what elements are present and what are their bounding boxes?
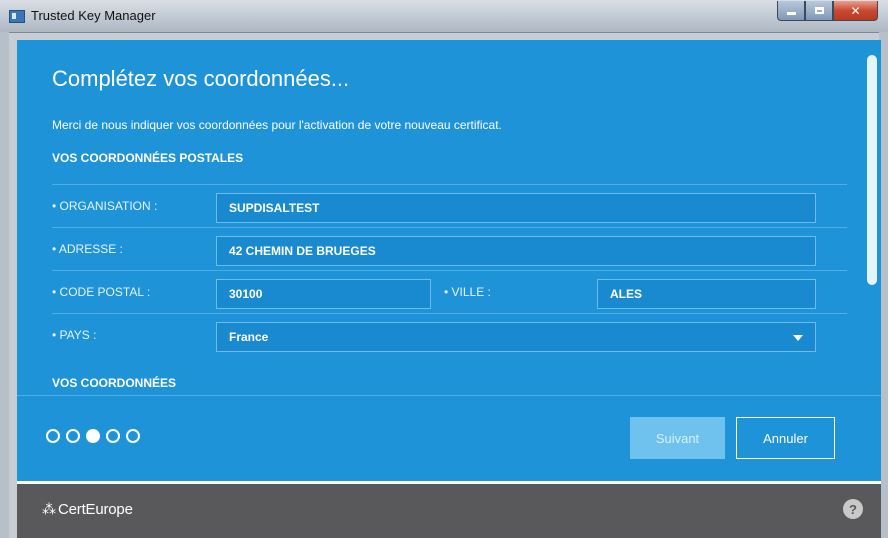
help-icon[interactable]: ?: [843, 499, 863, 519]
page-title: Complétez vos coordonnées...: [52, 66, 350, 91]
wizard-footer: Suivant Annuler: [17, 395, 881, 482]
step-dot: [126, 429, 140, 443]
ville-label: • VILLE :: [444, 285, 491, 299]
minimize-button[interactable]: [777, 1, 805, 21]
app-icon: [9, 10, 25, 23]
form-row-pays: • PAYS : France: [52, 313, 847, 357]
close-button[interactable]: ✕: [833, 1, 878, 21]
adresse-value: 42 CHEMIN DE BRUEGES: [229, 244, 376, 258]
scrollbar[interactable]: [865, 40, 881, 395]
form-row-code-postal: • CODE POSTAL : 30100 • VILLE : ALES: [52, 270, 847, 314]
step-indicator: [46, 429, 140, 443]
code-postal-value: 30100: [229, 287, 263, 301]
pays-value: France: [229, 330, 269, 344]
window-controls: ✕: [777, 1, 878, 21]
maximize-icon: [814, 7, 824, 14]
step-dot: [66, 429, 80, 443]
step-dot: [106, 429, 120, 443]
pays-label: • PAYS :: [52, 328, 97, 342]
close-icon: ✕: [850, 3, 861, 18]
adresse-input[interactable]: 42 CHEMIN DE BRUEGES: [216, 236, 816, 266]
scrollbar-thumb[interactable]: [867, 55, 877, 285]
branding-bar: ⁂ CertEurope ?: [17, 484, 881, 538]
maximize-button[interactable]: [805, 1, 833, 21]
organisation-label: • ORGANISATION :: [52, 199, 158, 213]
step-dot-active: [86, 429, 100, 443]
section-heading-contact: VOS COORDONNÉES: [52, 376, 177, 390]
code-postal-input[interactable]: 30100: [216, 279, 431, 309]
ville-value: ALES: [610, 287, 643, 301]
form-row-organisation: • ORGANISATION : SUPDISALTEST: [52, 184, 847, 228]
window-titlebar: Trusted Key Manager ✕: [0, 0, 888, 33]
chevron-down-icon: [793, 335, 803, 341]
pays-select[interactable]: France: [216, 322, 816, 352]
code-postal-label: • CODE POSTAL :: [52, 285, 151, 299]
form-row-adresse: • ADRESSE : 42 CHEMIN DE BRUEGES: [52, 227, 847, 271]
star-icon: ⁂: [42, 501, 56, 517]
window-title: Trusted Key Manager: [31, 8, 156, 23]
logo-text: CertEurope: [58, 501, 133, 518]
step-dot: [46, 429, 60, 443]
adresse-label: • ADRESSE :: [52, 242, 123, 256]
minimize-icon: [786, 12, 796, 15]
section-heading-postal: VOS COORDONNÉES POSTALES: [52, 151, 244, 165]
intro-text: Merci de nous indiquer vos coordonnées p…: [52, 118, 502, 132]
certeurope-logo: ⁂ CertEurope: [42, 501, 133, 518]
organisation-value: SUPDISALTEST: [229, 201, 320, 215]
form-panel: Complétez vos coordonnées... Merci de no…: [17, 40, 881, 395]
ville-input[interactable]: ALES: [597, 279, 816, 309]
next-button[interactable]: Suivant: [630, 417, 725, 459]
cancel-button[interactable]: Annuler: [736, 417, 835, 459]
organisation-input[interactable]: SUPDISALTEST: [216, 193, 816, 223]
window-frame-left: [0, 32, 9, 538]
